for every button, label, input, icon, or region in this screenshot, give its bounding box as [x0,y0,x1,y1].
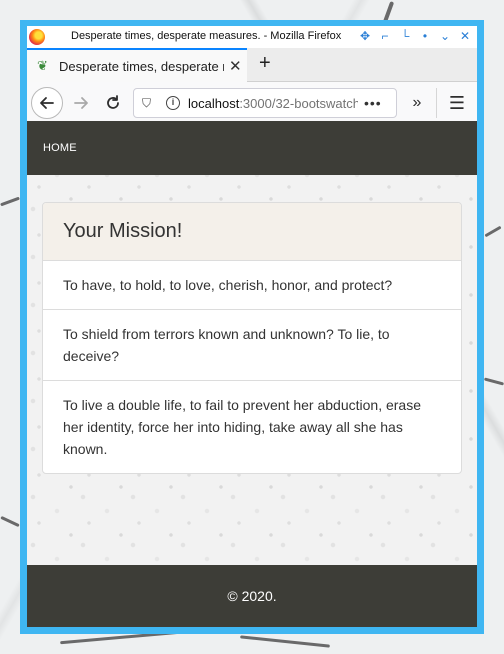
title-bar: Desperate times, desperate measures. - M… [27,26,477,48]
pin-icon[interactable]: ✥ [359,29,371,43]
url-text[interactable]: localhost:3000/32-bootswatch [188,96,358,111]
forward-button[interactable] [69,91,93,115]
chevron-down-icon[interactable]: ⌄ [439,29,451,43]
site-footer: © 2020. [27,565,477,627]
url-bar[interactable]: ⛉ i localhost:3000/32-bootswatch ••• [133,88,397,118]
list-item: To shield from terrors known and unknown… [43,310,461,381]
url-host: localhost [188,95,240,111]
page-content: HOME Your Mission! To have, to hold, to … [27,121,477,627]
browser-content: Desperate times, desperate measures. - M… [27,26,477,627]
list-item: To have, to hold, to love, cherish, hono… [43,261,461,310]
tab-label: Desperate times, desperate measures. [59,58,224,74]
footer-copyright: © 2020. [227,588,277,604]
nav-home-link[interactable]: HOME [43,142,77,154]
navigation-toolbar: ⛉ i localhost:3000/32-bootswatch ••• » ☰ [27,82,477,124]
new-tab-button[interactable]: + [259,52,271,75]
toolbar-divider [436,88,437,118]
leaf-icon: ❦ [37,58,48,73]
site-navbar: HOME [27,121,477,175]
arrow-right-icon [74,97,88,109]
reload-icon [107,95,119,109]
hamburger-menu-button[interactable]: ☰ [445,91,469,115]
minimize-icon[interactable]: ⌐ [379,29,391,43]
mission-card: Your Mission! To have, to hold, to love,… [42,202,462,474]
window-title: Desperate times, desperate measures. - M… [71,30,342,42]
overflow-menu-button[interactable]: » [405,91,429,115]
tab-strip: ❦ Desperate times, desperate measures. ✕… [27,48,477,82]
window-controls: ✥ ⌐ └ • ⌄ ✕ [359,29,471,43]
back-button[interactable] [31,87,63,119]
shield-icon[interactable]: ⛉ [142,96,156,111]
info-icon[interactable]: i [166,96,180,110]
reload-button[interactable] [101,91,125,115]
browser-window: Desperate times, desperate measures. - M… [20,20,484,634]
arrow-left-icon [40,97,54,109]
page-actions-icon[interactable]: ••• [364,95,382,111]
dot-icon[interactable]: • [419,29,431,43]
close-icon[interactable]: ✕ [459,29,471,43]
list-item: To live a double life, to fail to preven… [63,397,421,457]
card-title: Your Mission! [43,203,461,261]
restore-icon[interactable]: └ [399,29,411,43]
firefox-icon [29,29,45,45]
tab-active[interactable]: ❦ Desperate times, desperate measures. ✕ [27,48,247,82]
url-path: :3000/32-bootswatch [239,95,358,111]
tab-close-icon[interactable]: ✕ [229,57,242,75]
